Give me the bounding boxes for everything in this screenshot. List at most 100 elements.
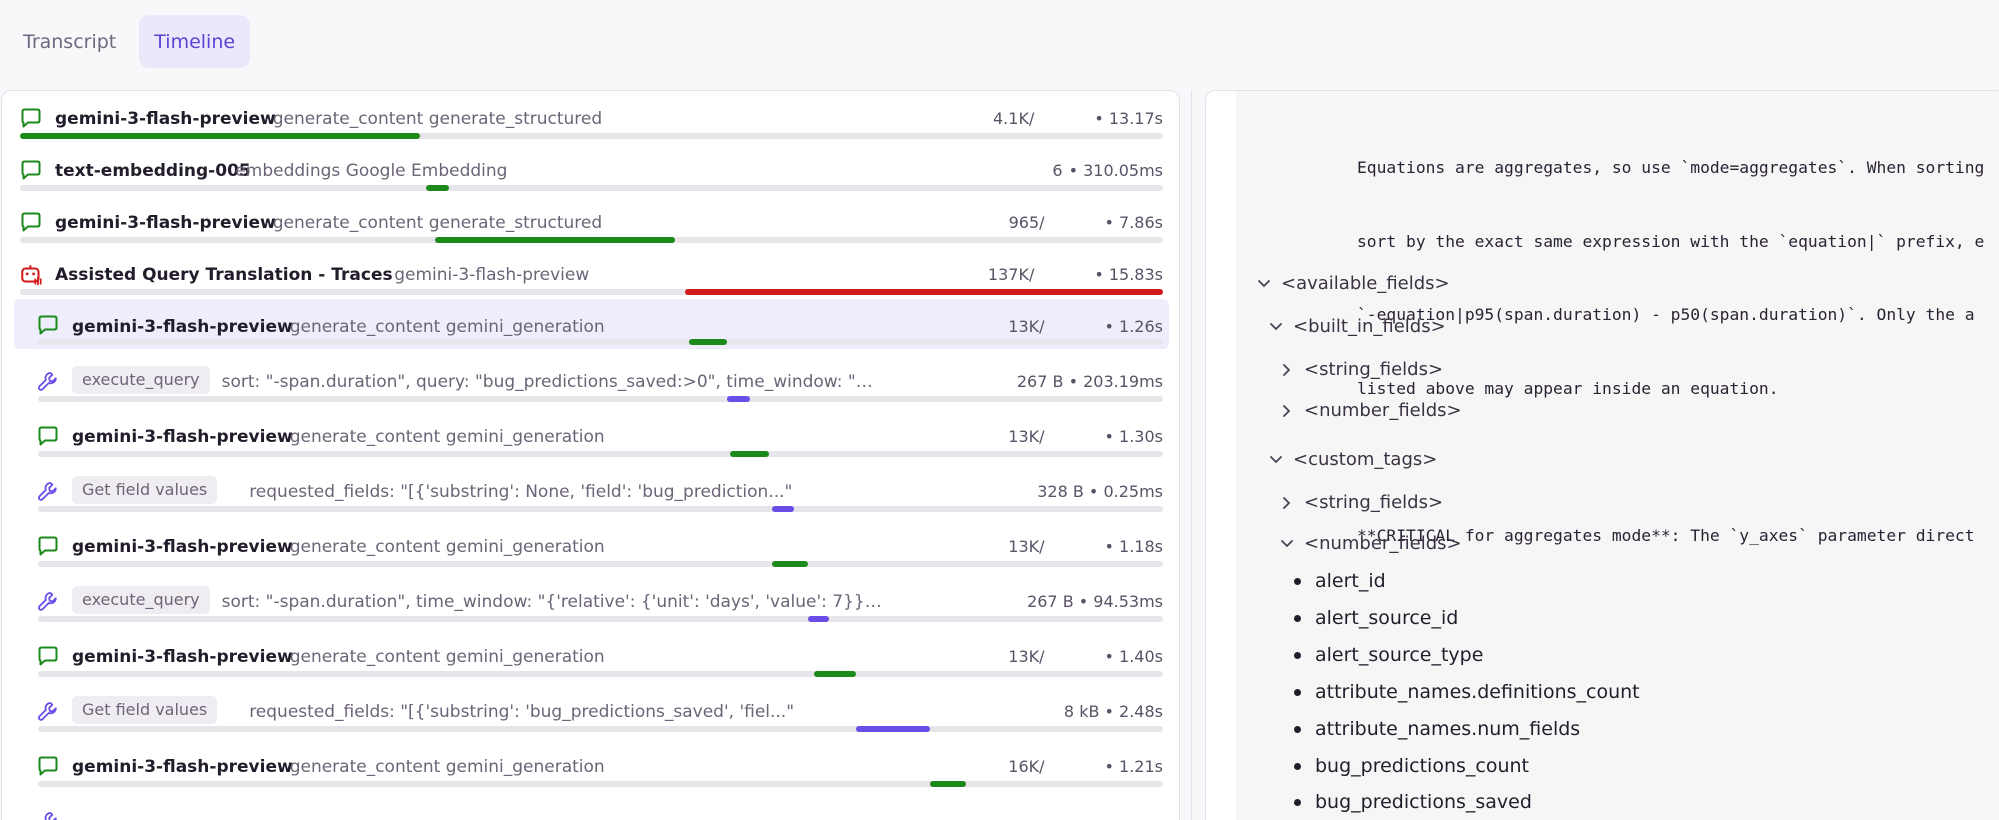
chevron-right-icon	[1283, 496, 1291, 509]
token-count: 13K/	[1008, 427, 1045, 446]
field-name: attribute_names.definitions_count	[1315, 681, 1640, 703]
span-stats: 13K/ • 1.30s	[1008, 427, 1163, 446]
timeline-track	[38, 671, 1163, 677]
span-description: gemini-3-flash-preview	[394, 265, 590, 285]
span-name: gemini-3-flash-preview	[72, 427, 293, 447]
code-line: Equations are aggregates, so use `mode=a…	[1357, 158, 1985, 177]
llm-call-row[interactable]: gemini-3-flash-preview generate_content g…	[2, 629, 1179, 681]
tool-call-row[interactable]	[2, 794, 1179, 820]
span-name: gemini-3-flash-preview	[72, 317, 293, 337]
tool-call-row[interactable]: execute_query sort: "-span.duration", tim…	[2, 574, 1179, 626]
token-count: 13K/	[1008, 647, 1045, 666]
tool-call-row[interactable]: Get field values requested_fields: "[{'su…	[2, 684, 1179, 736]
duration-bar	[434, 237, 675, 243]
tree-node-custom-string-fields[interactable]: <string_fields>	[1278, 492, 1443, 513]
tool-name-badge: Get field values	[72, 476, 218, 504]
llm-call-row[interactable]: gemini-3-flash-preview generate_content g…	[2, 195, 1179, 247]
span-stats: 8 kB • 2.48s	[1063, 702, 1163, 721]
span-name: Assisted Query Translation - Traces	[55, 265, 393, 285]
llm-call-row[interactable]: gemini-3-flash-preview generate_content g…	[2, 519, 1179, 571]
token-count: 137K/	[987, 265, 1035, 284]
llm-call-row[interactable]: gemini-3-flash-preview generate_content g…	[14, 299, 1169, 349]
code-line: ​	[1357, 450, 1984, 475]
duration-bar	[425, 185, 449, 191]
span-description: generate_content gemini_generation	[289, 757, 605, 777]
tree-node-custom-number-fields[interactable]: <number_fields>	[1278, 533, 1462, 554]
token-count: 965/	[1008, 213, 1045, 232]
wrench-icon	[36, 369, 60, 393]
tree-node-available-fields[interactable]: <available_fields>	[1255, 273, 1450, 294]
field-list-item: bug_predictions_saved	[1294, 791, 1532, 813]
duration-bar	[814, 671, 856, 677]
detail-panel: Equations are aggregates, so use `mode=a…	[1205, 90, 1999, 820]
llm-call-row[interactable]: text-embedding-005 embeddings Google Embe…	[2, 143, 1179, 195]
tool-call-row[interactable]: execute_query sort: "-span.duration", que…	[2, 354, 1179, 406]
wrench-icon	[36, 479, 60, 503]
tab-timeline[interactable]: Timeline	[139, 15, 251, 68]
llm-call-row[interactable]: gemini-3-flash-preview generate_content g…	[2, 739, 1179, 791]
agent-bot-icon	[19, 262, 43, 286]
wrench-icon	[36, 589, 60, 613]
span-stats: 16K/ • 1.21s	[1008, 757, 1163, 776]
duration: • 7.86s	[1104, 213, 1163, 232]
tree-node-label: <string_fields>	[1304, 492, 1444, 513]
tree-node-builtin-number-fields[interactable]: <number_fields>	[1278, 400, 1462, 421]
duration: • 1.18s	[1104, 537, 1163, 556]
panel-resize-handle[interactable]	[1191, 90, 1192, 820]
token-count: 13K/	[1008, 537, 1045, 556]
tree-node-label: <available_fields>	[1281, 273, 1450, 294]
tree-node-builtin-string-fields[interactable]: <string_fields>	[1278, 359, 1443, 380]
timeline-track	[20, 237, 1163, 243]
span-stats: 267 B • 203.19ms	[1016, 372, 1163, 391]
span-description: sort: "-span.duration", time_window: "{'…	[221, 592, 882, 612]
code-line: sort by the exact same expression with t…	[1357, 231, 1985, 251]
field-list-item: alert_source_type	[1294, 644, 1483, 666]
duration-bar	[930, 781, 967, 787]
tree-node-custom-tags[interactable]: <custom_tags>	[1267, 449, 1437, 470]
field-name: alert_source_id	[1315, 607, 1459, 629]
agent-span-row[interactable]: Assisted Query Translation - Traces gemin…	[2, 247, 1179, 299]
wrench-icon	[36, 809, 60, 820]
span-description: requested_fields: "[{'substring': 'bug_p…	[249, 702, 795, 722]
duration: • 1.21s	[1104, 757, 1163, 776]
timeline-track	[20, 133, 1163, 139]
tree-node-label: <string_fields>	[1304, 359, 1444, 380]
span-description: generate_content generate_structured	[272, 213, 603, 233]
span-stats: 13K/ • 1.26s	[1008, 317, 1163, 336]
chat-bubble-icon	[36, 644, 60, 668]
token-count: 13K/	[1008, 317, 1045, 336]
span-description: embeddings Google Embedding	[235, 161, 508, 181]
field-name: alert_id	[1315, 570, 1386, 592]
duration: • 1.30s	[1104, 427, 1163, 446]
field-list-item: attribute_names.num_fields	[1294, 718, 1580, 740]
timeline-panel: gemini-3-flash-preview generate_content g…	[1, 90, 1180, 820]
chevron-down-icon	[1270, 455, 1282, 463]
field-name: bug_predictions_count	[1315, 755, 1529, 777]
tool-call-row[interactable]: Get field values requested_fields: "[{'su…	[2, 464, 1179, 516]
span-stats: 267 B • 94.53ms	[1027, 592, 1163, 611]
timeline-track	[38, 451, 1163, 457]
timeline-track	[38, 339, 1163, 345]
tree-node-built-in-fields[interactable]: <built_in_fields>	[1267, 316, 1446, 337]
chat-bubble-icon	[36, 424, 60, 448]
duration-bar	[689, 339, 727, 345]
span-description: generate_content gemini_generation	[289, 647, 605, 667]
tab-transcript[interactable]: Transcript	[8, 15, 131, 68]
field-name: bug_predictions_saved	[1315, 791, 1532, 813]
chevron-down-icon	[1258, 279, 1270, 287]
llm-call-row[interactable]: gemini-3-flash-preview generate_content g…	[2, 91, 1179, 143]
span-stats: 965/ • 7.86s	[1009, 213, 1163, 232]
span-name: gemini-3-flash-preview	[72, 537, 293, 557]
duration-bar	[20, 133, 421, 139]
bullet-icon	[1294, 725, 1301, 733]
bullet-icon	[1294, 762, 1301, 770]
duration-bar	[685, 289, 1163, 295]
tree-node-label: <number_fields>	[1304, 533, 1462, 554]
tree-node-label: <custom_tags>	[1293, 449, 1438, 470]
field-list-item: alert_id	[1294, 570, 1386, 592]
llm-call-row[interactable]: gemini-3-flash-preview generate_content g…	[2, 409, 1179, 461]
span-stats: 13K/ • 1.18s	[1008, 537, 1163, 556]
span-name: gemini-3-flash-preview	[55, 213, 276, 233]
chat-bubble-icon	[36, 754, 60, 778]
span-description: sort: "-span.duration", query: "bug_pred…	[221, 372, 882, 392]
